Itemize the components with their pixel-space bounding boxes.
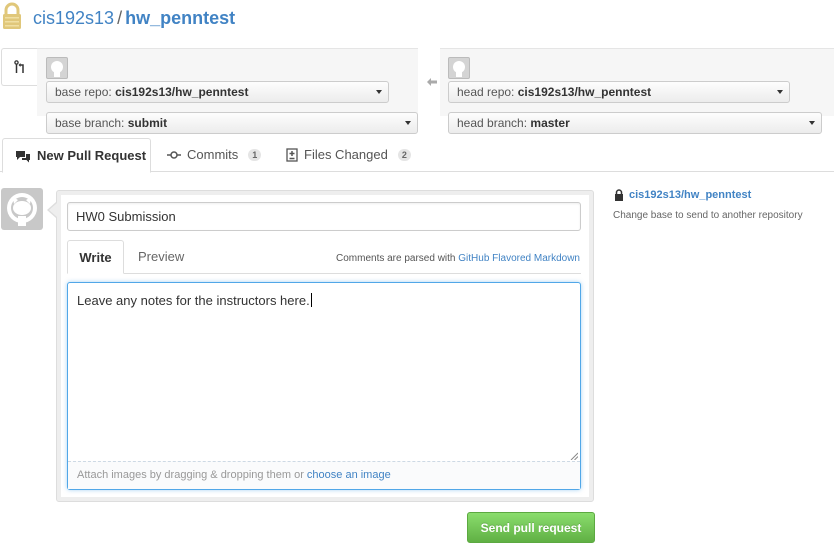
tabs-divider [67,273,581,274]
base-repo-avatar [46,57,68,79]
comment-discussion-icon [16,151,30,163]
base-repo-label: base repo: [55,85,112,99]
bubble-pointer-inner [49,203,57,217]
tab-commits[interactable]: Commits 1 [167,138,262,172]
caret-down-icon [405,121,411,125]
repo-title: cis192s13/hw_penntest [33,8,235,29]
base-range-panel: base repo: cis192s13/hw_penntest base br… [37,48,418,134]
arrow-left-icon [427,78,437,86]
head-branch-select[interactable]: head branch: master [448,112,822,134]
files-count-badge: 2 [397,149,411,161]
tab-label: Commits [187,147,239,162]
tab-new-pull-request[interactable]: New Pull Request [2,138,151,173]
pull-request-tabs: New Pull Request Commits 1 Files Changed… [0,138,834,173]
octocat-avatar-icon [7,193,37,226]
sidebar-repo-link[interactable]: cis192s13/hw_penntest [614,189,751,201]
base-branch-value: submit [127,116,168,130]
commit-icon [167,151,181,159]
compare-range-toggle[interactable] [1,48,37,86]
commits-count-badge: 1 [248,149,262,161]
lock-icon [3,2,21,29]
image-drop-zone[interactable]: Attach images by dragging & dropping the… [68,461,580,489]
git-compare-icon [13,60,24,73]
tab-label: Files Changed [304,147,388,162]
tab-preview[interactable]: Preview [138,249,184,264]
lock-icon [615,189,623,201]
avatar [1,188,43,230]
markdown-note-text: Comments are parsed with [336,253,456,264]
drop-zone-text: Attach images by dragging & dropping the… [77,469,304,481]
title-input[interactable] [67,202,581,231]
sidebar-hint: Change base to send to another repositor… [613,210,803,221]
comment-body-text: Leave any notes for the instructors here… [77,293,312,308]
send-pull-request-button[interactable]: Send pull request [467,512,595,543]
sidebar-repo-name: cis192s13/hw_penntest [629,189,752,201]
head-repo-value: cis192s13/hw_penntest [517,85,652,99]
owner-link[interactable]: cis192s13 [33,8,114,28]
caret-down-icon [809,121,815,125]
head-repo-select[interactable]: head repo: cis192s13/hw_penntest [448,81,790,103]
comment-body-textarea[interactable]: Leave any notes for the instructors here… [67,282,581,490]
head-repo-label: head repo: [457,85,515,99]
base-repo-select[interactable]: base repo: cis192s13/hw_penntest [46,81,389,103]
head-repo-avatar [448,57,470,79]
caret-down-icon [376,90,382,94]
tab-label: New Pull Request [37,148,147,163]
path-separator: / [117,8,123,28]
tab-files-changed[interactable]: Files Changed 2 [286,138,411,172]
text-cursor [310,293,312,307]
base-branch-select[interactable]: base branch: submit [46,112,418,134]
repo-header: cis192s13/hw_penntest [0,0,834,38]
repo-link[interactable]: hw_penntest [125,8,235,28]
markdown-help-link[interactable]: GitHub Flavored Markdown [458,253,580,264]
comment-body-value: Leave any notes for the instructors here… [77,293,310,308]
tab-write[interactable]: Write [67,240,124,274]
markdown-note: Comments are parsed with GitHub Flavored… [336,253,580,264]
caret-down-icon [777,90,783,94]
head-branch-label: head branch: [457,116,528,130]
head-range-panel: head repo: cis192s13/hw_penntest head br… [440,48,834,134]
diff-icon [286,148,298,162]
choose-image-link[interactable]: choose an image [307,469,391,481]
head-branch-value: master [530,116,570,130]
base-branch-label: base branch: [55,116,125,130]
resize-grip-icon[interactable] [570,452,578,460]
base-repo-value: cis192s13/hw_penntest [115,85,249,99]
